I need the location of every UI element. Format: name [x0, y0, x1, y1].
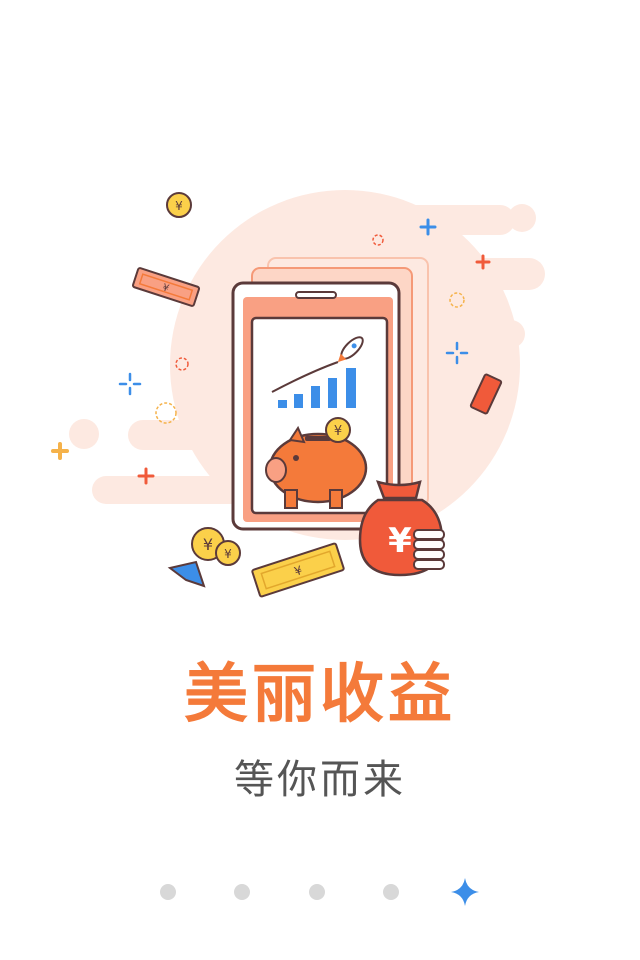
phone-piggy-bank-money-icon: ¥ ¥ ¥ ¥ ¥ ¥ ¥: [51, 190, 545, 598]
svg-text:¥: ¥: [334, 424, 342, 439]
page-dot-4[interactable]: [383, 884, 399, 900]
sparkle-star-icon[interactable]: [449, 876, 481, 908]
page-dot-1[interactable]: [160, 884, 176, 900]
svg-text:¥: ¥: [224, 547, 232, 561]
page-subtitle: 等你而来: [234, 757, 406, 803]
svg-text:¥: ¥: [388, 521, 412, 561]
page-dot-2[interactable]: [234, 884, 250, 900]
svg-text:¥: ¥: [175, 199, 183, 213]
onboarding-screen: ¥ ¥ ¥ ¥ ¥ ¥ ¥ 美丽收益 等你而来: [0, 0, 640, 960]
page-indicator: [0, 872, 640, 912]
page-title: 美丽收益: [184, 658, 456, 732]
page-dot-3[interactable]: [309, 884, 325, 900]
svg-text:¥: ¥: [203, 535, 213, 554]
